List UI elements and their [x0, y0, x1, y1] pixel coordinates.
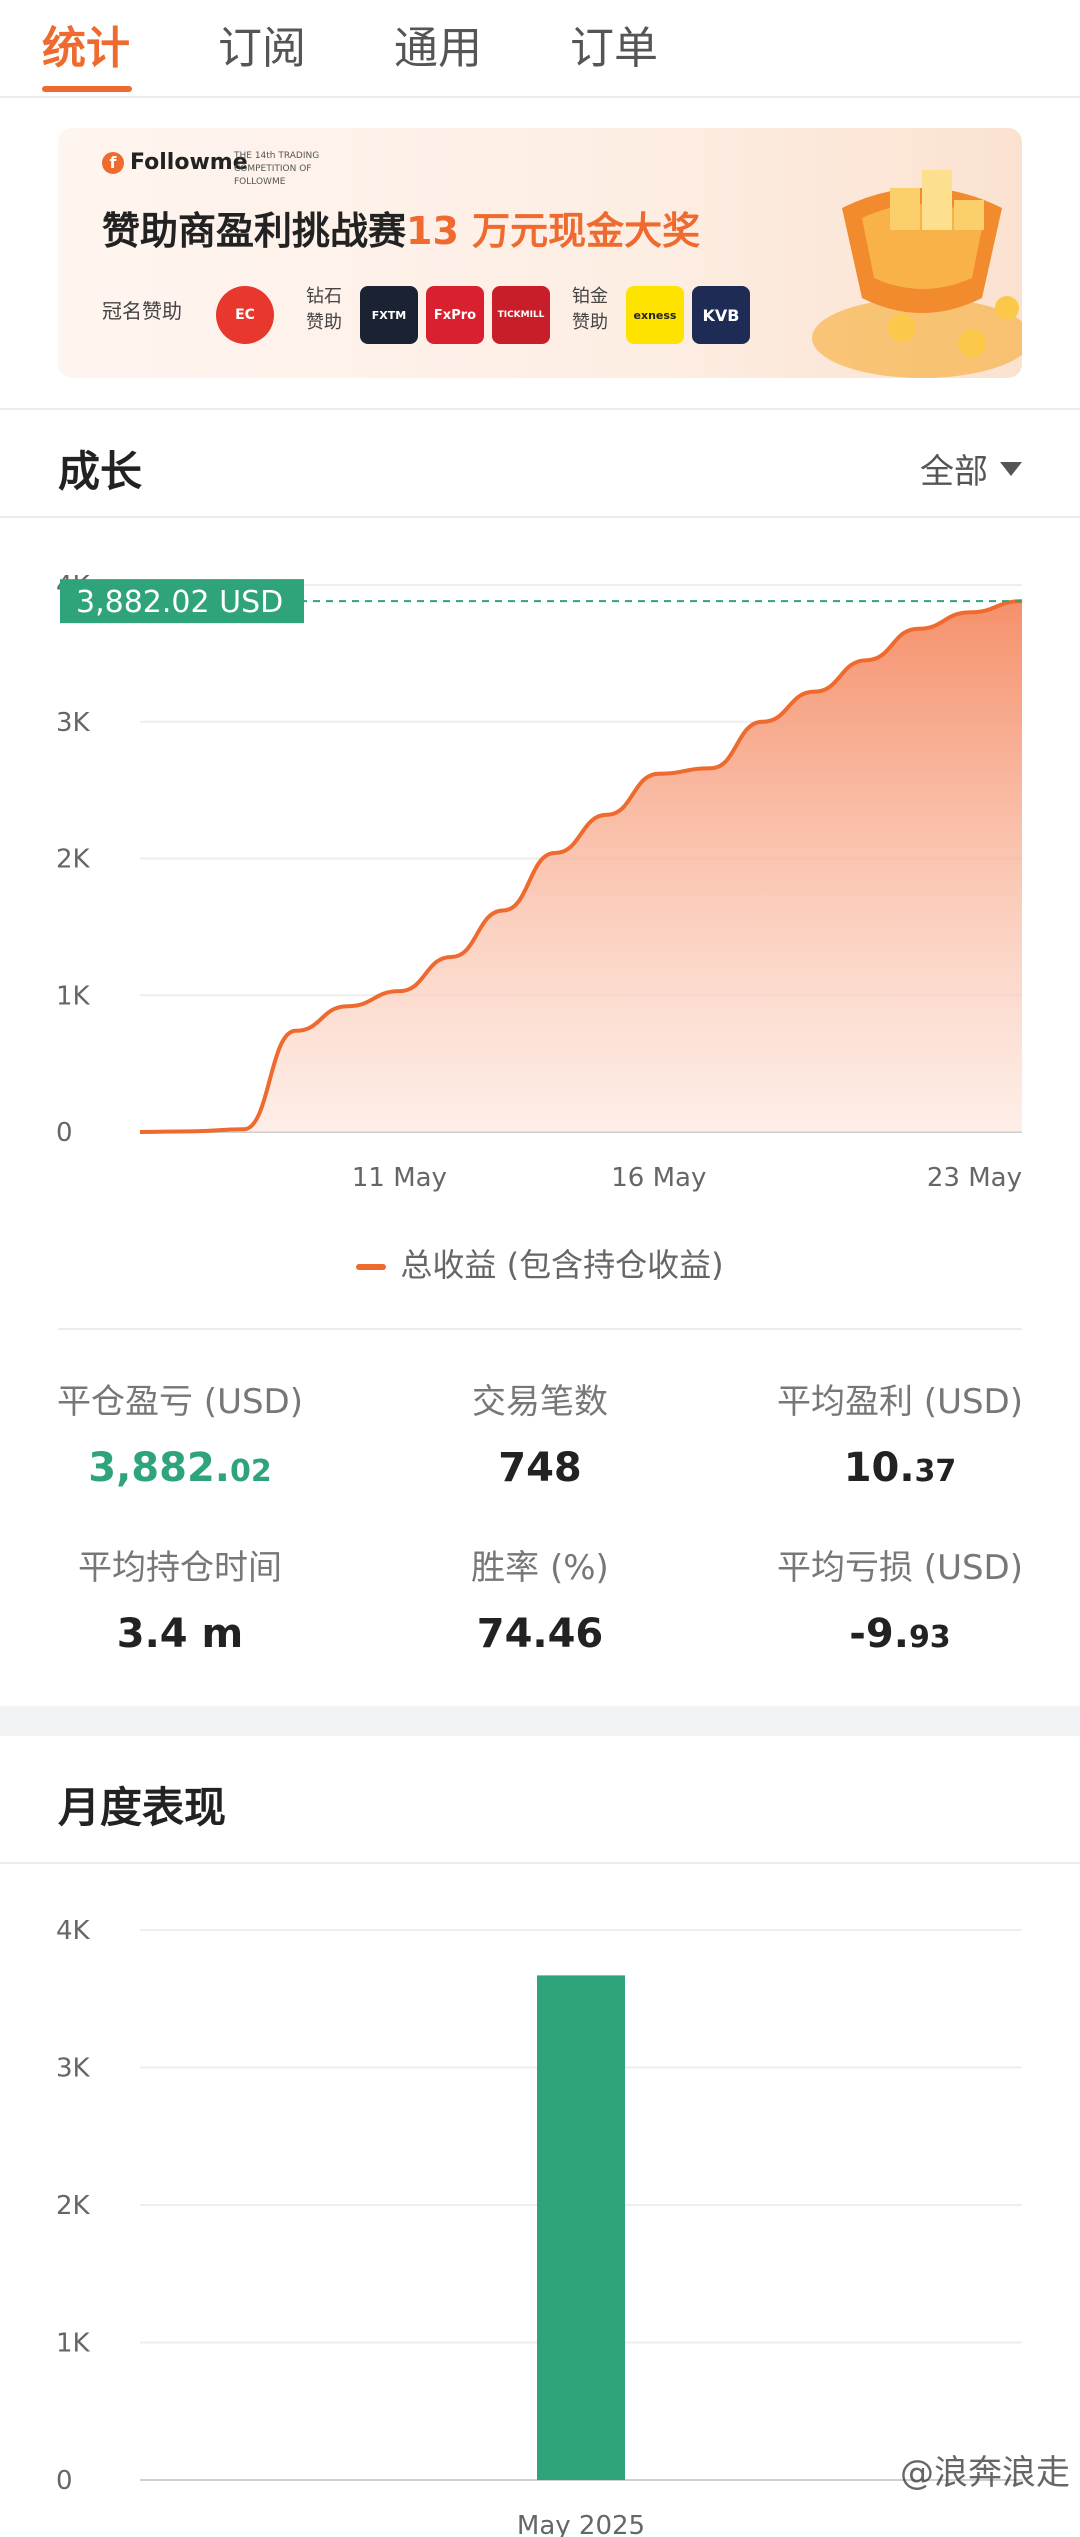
- exness-logo: exness: [626, 286, 684, 344]
- stat-value: 3.4 m: [116, 1611, 244, 1657]
- tab-stats[interactable]: 统计: [42, 12, 130, 76]
- stat-closed-pnl: 平仓盈亏 (USD) 3,882.02: [20, 1374, 340, 1491]
- promo-banner[interactable]: f Followme THE 14th TRADING COMPETITION …: [58, 128, 1022, 378]
- stat-value: 74.46: [476, 1611, 604, 1657]
- title-sponsor-label: 冠名赞助: [102, 299, 182, 323]
- stat-avg-profit: 平均盈利 (USD) 10.37: [740, 1374, 1060, 1491]
- section-gap: [0, 1706, 1080, 1736]
- stat-value: 10.37: [843, 1445, 957, 1491]
- caret-down-icon: [1000, 461, 1022, 476]
- tickmill-logo: TICKMILL: [492, 286, 550, 344]
- stat-label: 交易笔数: [472, 1382, 608, 1422]
- x-tick-label: 11 May: [352, 1163, 447, 1193]
- monthly-section-header: 月度表现: [0, 1736, 1080, 1864]
- current-value-label: 3,882.02 USD: [76, 585, 283, 620]
- followme-logo: f Followme: [102, 150, 248, 175]
- stat-value: 3,882.02: [88, 1445, 272, 1491]
- stat-avg-loss: 平均亏损 (USD) -9.93: [740, 1540, 1060, 1657]
- active-tab-indicator: [42, 86, 132, 92]
- x-tick-label: 23 May: [927, 1163, 1022, 1193]
- bar: [537, 1975, 625, 2480]
- stat-value: 748: [498, 1445, 582, 1491]
- legend-label: 总收益 (包含持仓收益): [400, 1246, 724, 1284]
- y-tick-label: 1K: [56, 981, 91, 1011]
- growth-section-header: 成长 全部: [0, 408, 1080, 518]
- legend-line-icon: [356, 1264, 387, 1270]
- tab-subscribe[interactable]: 订阅: [218, 12, 306, 76]
- banner-title: 赞助商盈利挑战赛13 万元现金大奖: [102, 209, 701, 253]
- y-tick-label: 3K: [56, 2054, 91, 2084]
- range-filter[interactable]: 全部: [920, 444, 1022, 493]
- kvb-logo: KVB: [692, 286, 750, 344]
- trophy-illustration: [812, 170, 1022, 378]
- diamond-sponsor-label: 钻石赞助: [306, 286, 342, 333]
- x-tick-label: 16 May: [611, 1163, 706, 1193]
- sponsor-row: 冠名赞助 EC 钻石赞助 FXTM FxPro TICKMILL 铂金赞助 ex…: [102, 276, 802, 346]
- followme-icon: f: [102, 151, 124, 174]
- stat-label: 平均亏损 (USD): [777, 1548, 1023, 1588]
- watermark: @浪奔浪走: [900, 2453, 1070, 2493]
- stat-label: 平仓盈亏 (USD): [57, 1382, 303, 1422]
- y-tick-label: 1K: [56, 2329, 91, 2359]
- range-filter-label: 全部: [920, 452, 988, 492]
- stat-avg-holding-time: 平均持仓时间 3.4 m: [20, 1540, 340, 1657]
- stat-label: 胜率 (%): [471, 1548, 609, 1588]
- y-tick-label: 3K: [56, 708, 91, 738]
- stat-value: -9.93: [849, 1611, 951, 1657]
- ec-logo: EC: [216, 286, 274, 344]
- y-tick-label: 2K: [56, 2191, 91, 2221]
- top-tab-bar: 统计 订阅 通用 订单: [0, 0, 1080, 98]
- platinum-sponsor-label: 铂金赞助: [572, 286, 608, 333]
- tab-orders[interactable]: 订单: [570, 12, 658, 76]
- monthly-title: 月度表现: [58, 1783, 227, 1832]
- series-area: [140, 601, 1022, 1132]
- y-tick-label: 0: [56, 1118, 73, 1148]
- growth-title: 成长: [58, 447, 143, 496]
- stat-trade-count: 交易笔数 748: [380, 1374, 700, 1491]
- fxtm-logo: FXTM: [360, 286, 418, 344]
- competition-badge: THE 14th TRADING COMPETITION OF FOLLOWME: [234, 151, 320, 187]
- chart-legend: 总收益 (包含持仓收益): [0, 1240, 1080, 1286]
- x-tick-label: May 2025: [517, 2511, 645, 2537]
- stat-label: 平均盈利 (USD): [777, 1382, 1023, 1422]
- fxpro-logo: FxPro: [426, 286, 484, 344]
- y-tick-label: 0: [56, 2466, 73, 2496]
- stat-win-rate: 胜率 (%) 74.46: [380, 1540, 700, 1657]
- monthly-chart: 0 1K 2K 3K 4K May 2025 @浪奔浪走: [56, 1916, 1070, 2537]
- y-tick-label: 2K: [56, 845, 91, 875]
- stat-label: 平均持仓时间: [78, 1548, 282, 1588]
- growth-chart: 01K2K3K4K3,882.02 USD11 May16 May23 May: [56, 571, 1023, 1193]
- tab-general[interactable]: 通用: [394, 12, 482, 76]
- y-tick-label: 4K: [56, 1916, 91, 1946]
- divider: [58, 1328, 1022, 1330]
